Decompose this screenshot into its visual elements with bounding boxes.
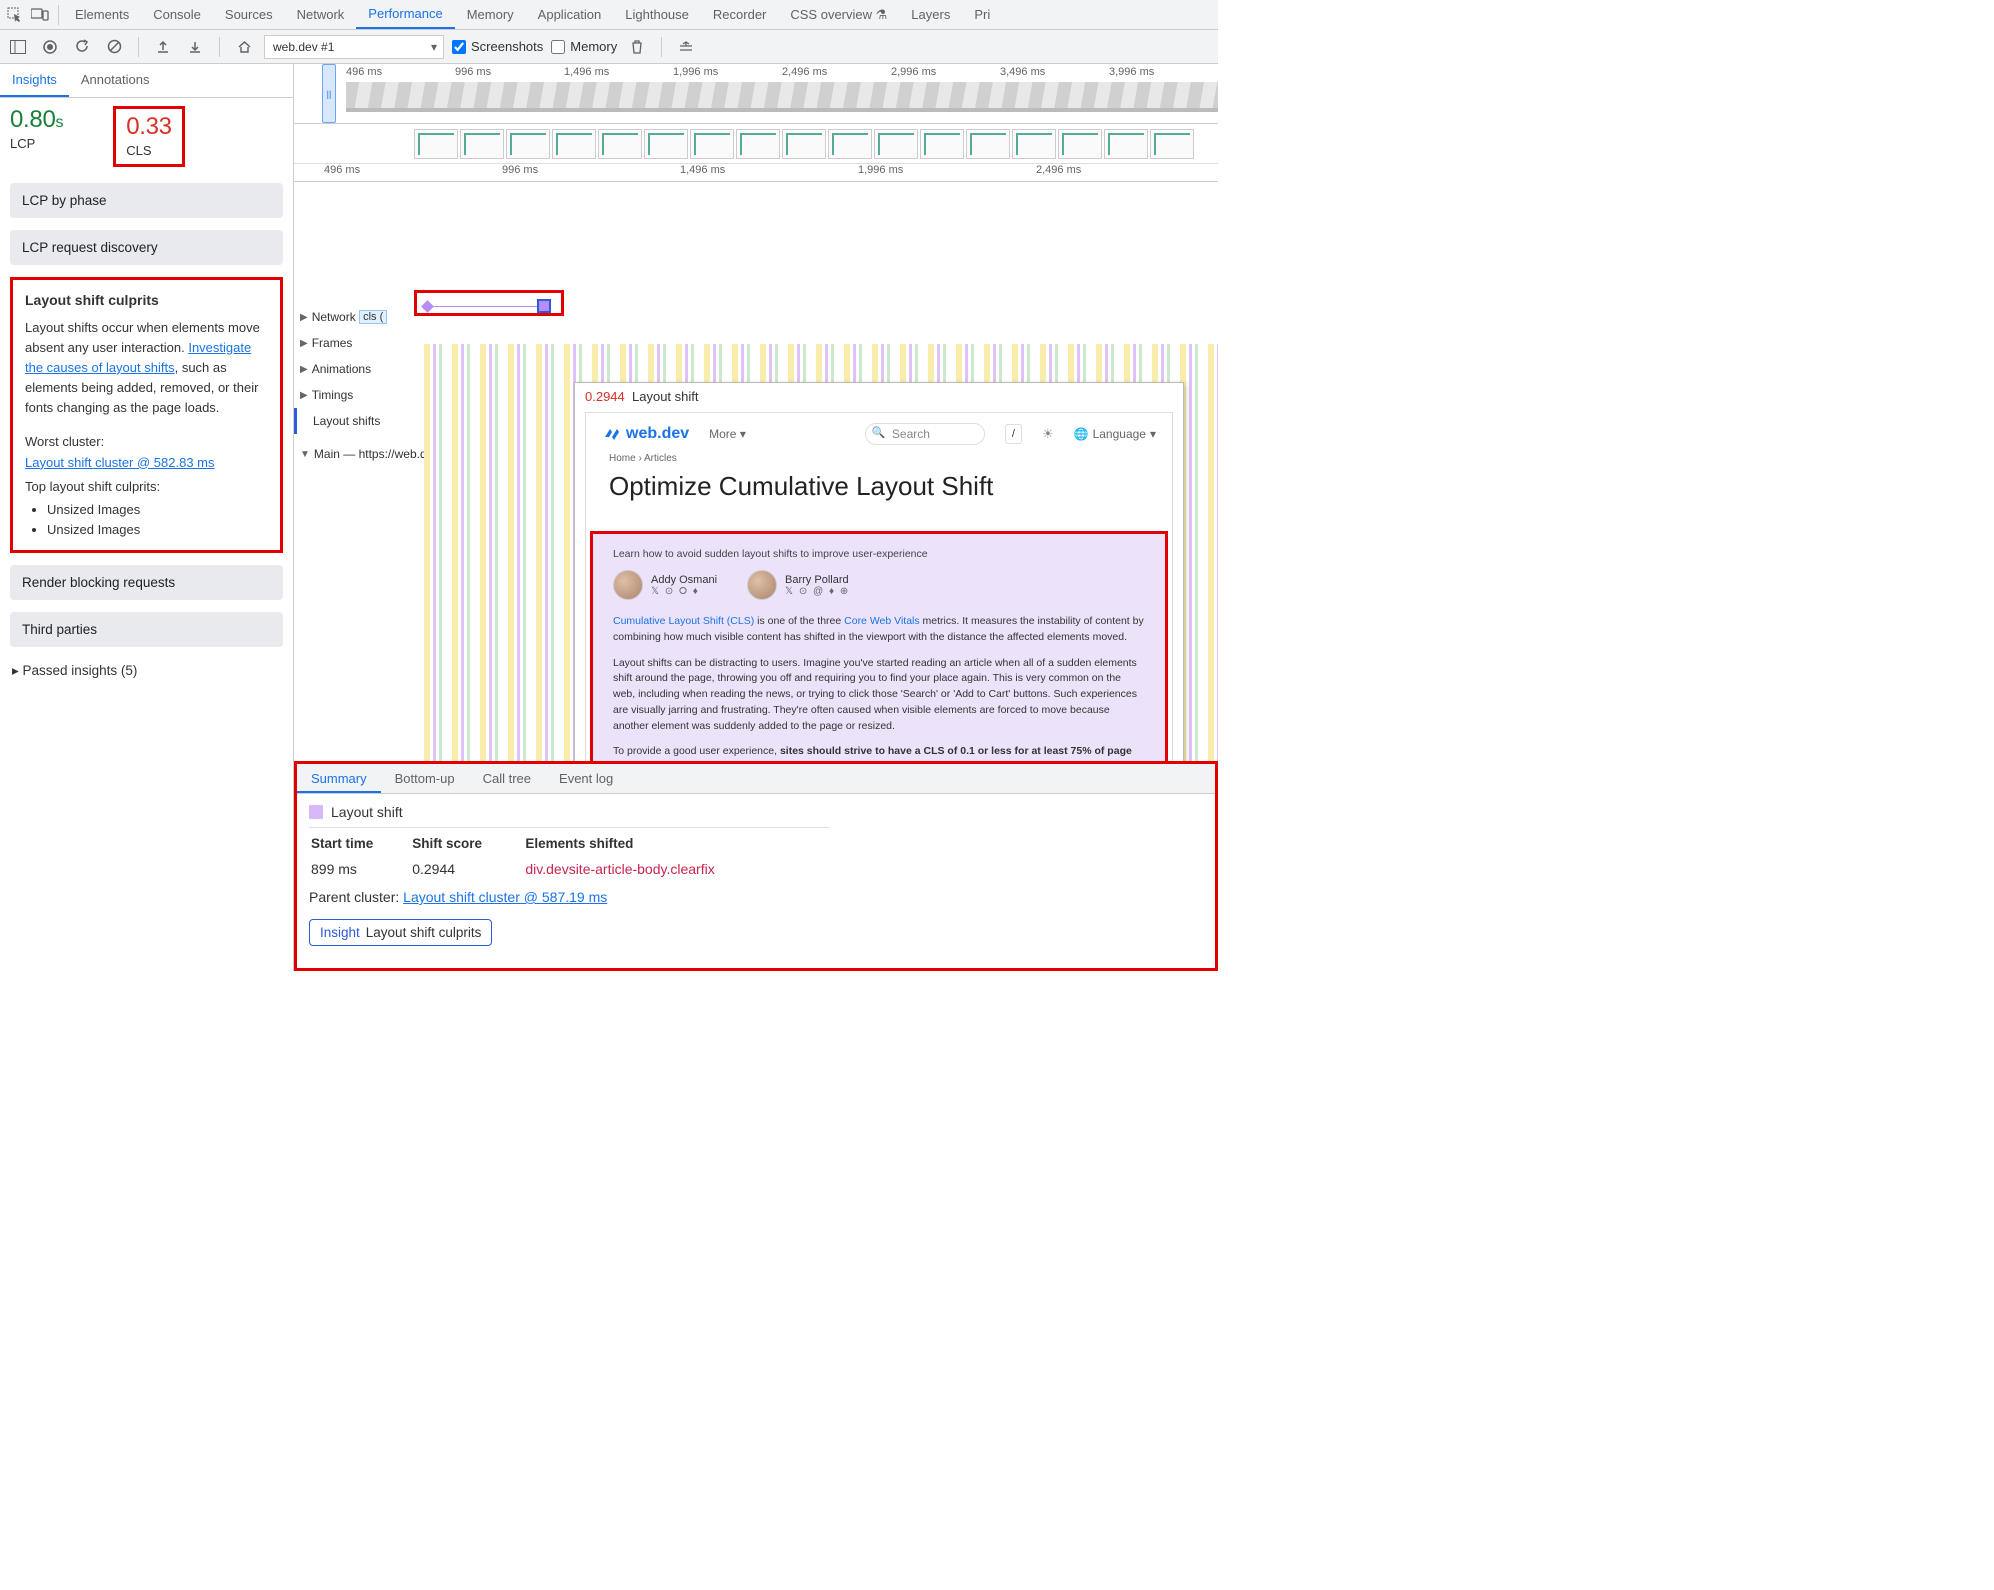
insight-chip[interactable]: InsightLayout shift culprits — [309, 919, 492, 946]
tab-lighthouse[interactable]: Lighthouse — [613, 1, 701, 28]
reload-icon[interactable] — [70, 35, 94, 59]
shifted-element-link[interactable]: div.devsite-article-body.clearfix — [525, 859, 827, 879]
insight-third-parties[interactable]: Third parties — [10, 612, 283, 647]
layout-shift-swatch-icon — [309, 805, 323, 819]
theme-icon[interactable]: ☀ — [1042, 426, 1054, 442]
sidebar-tab-annotations[interactable]: Annotations — [69, 64, 162, 97]
tab-sources[interactable]: Sources — [213, 1, 285, 28]
tab-application[interactable]: Application — [526, 1, 614, 28]
perf-toolbar: web.dev #1 Screenshots Memory — [0, 30, 1218, 64]
culprit-item: Unsized Images — [47, 520, 268, 540]
tab-elements[interactable]: Elements — [63, 1, 141, 28]
main-tabs: Elements Console Sources Network Perform… — [0, 0, 1218, 30]
insight-lcp-request-discovery[interactable]: LCP request discovery — [10, 230, 283, 265]
shortcut-key[interactable]: / — [1005, 424, 1022, 444]
worst-cluster-link[interactable]: Layout shift cluster @ 582.83 ms — [25, 455, 215, 470]
filmstrip[interactable] — [294, 124, 1218, 164]
cls-metric-highlight: 0.33 CLS — [113, 106, 185, 167]
home-icon[interactable] — [232, 35, 256, 59]
tab-recorder[interactable]: Recorder — [701, 1, 778, 28]
insights-sidebar: Insights Annotations 0.80s LCP 0.33 CLS … — [0, 64, 294, 971]
track-network[interactable]: ▶Network cls ( — [294, 304, 424, 330]
tab-css-overview[interactable]: CSS overview ⚗ — [778, 1, 899, 29]
search-box[interactable]: Search — [865, 423, 985, 445]
culprit-item: Unsized Images — [47, 500, 268, 520]
summary-table: Start timeShift scoreElements shifted 89… — [309, 827, 829, 881]
clear-icon[interactable] — [102, 35, 126, 59]
inspect-element-icon[interactable] — [4, 4, 26, 26]
track-main[interactable]: ▼Main — https://web.dev/articles/optim — [294, 434, 424, 474]
popup-score: 0.2944 — [585, 389, 625, 404]
tab-console[interactable]: Console — [141, 1, 213, 28]
timeline-ruler: 496 ms 996 ms 1,496 ms 1,996 ms 2,496 ms — [294, 164, 1218, 182]
download-icon[interactable] — [183, 35, 207, 59]
lcp-metric: 0.80s LCP — [10, 106, 63, 151]
language-select[interactable]: 🌐 Language ▾ — [1074, 427, 1156, 441]
upload-icon[interactable] — [151, 35, 175, 59]
screenshots-checkbox[interactable]: Screenshots — [452, 39, 543, 54]
shortcuts-icon[interactable] — [674, 35, 698, 59]
timeline: || 496 ms 996 ms 1,496 ms 1,996 ms 2,496… — [294, 64, 1218, 971]
details-panel: Summary Bottom-up Call tree Event log La… — [294, 761, 1218, 971]
layout-shift-highlight — [414, 290, 564, 316]
gc-icon[interactable] — [625, 35, 649, 59]
summary-title: Layout shift — [331, 804, 403, 820]
tab-layers[interactable]: Layers — [899, 1, 962, 28]
track-layout-shifts[interactable]: Layout shifts — [294, 408, 424, 434]
timeline-overview[interactable]: || 496 ms 996 ms 1,496 ms 1,996 ms 2,496… — [294, 64, 1218, 124]
tab-performance[interactable]: Performance — [356, 0, 454, 29]
track-frames[interactable]: ▶Frames — [294, 330, 424, 356]
insight-render-blocking[interactable]: Render blocking requests — [10, 565, 283, 600]
article-title: Optimize Cumulative Layout Shift — [609, 471, 993, 502]
tab-privacy[interactable]: Pri — [962, 1, 1002, 28]
more-menu[interactable]: More ▾ — [709, 427, 746, 441]
details-tab-bottomup[interactable]: Bottom-up — [381, 764, 469, 793]
breadcrumb: Home › Articles — [609, 453, 677, 464]
insight-lcp-phase[interactable]: LCP by phase — [10, 183, 283, 218]
track-animations[interactable]: ▶Animations — [294, 356, 424, 382]
insight-layout-shift-culprits[interactable]: Layout shift culprits Layout shifts occu… — [10, 277, 283, 553]
details-tab-calltree[interactable]: Call tree — [469, 764, 545, 793]
record-icon[interactable] — [38, 35, 62, 59]
parent-cluster-link[interactable]: Layout shift cluster @ 587.19 ms — [403, 889, 607, 905]
details-tab-eventlog[interactable]: Event log — [545, 764, 627, 793]
overview-activity — [346, 82, 1218, 112]
details-tab-summary[interactable]: Summary — [297, 764, 381, 793]
avatar — [613, 570, 643, 600]
overview-handle-icon[interactable]: || — [322, 64, 336, 123]
webdev-logo: web.dev — [602, 425, 689, 443]
passed-insights-toggle[interactable]: Passed insights (5) — [0, 653, 293, 689]
sidebar-tab-insights[interactable]: Insights — [0, 64, 69, 97]
memory-checkbox[interactable]: Memory — [551, 39, 617, 54]
session-select[interactable]: web.dev #1 — [264, 35, 444, 59]
device-toolbar-icon[interactable] — [29, 4, 51, 26]
toggle-sidebar-icon[interactable] — [6, 35, 30, 59]
track-timings[interactable]: ▶Timings — [294, 382, 424, 408]
avatar — [747, 570, 777, 600]
tab-memory[interactable]: Memory — [455, 1, 526, 28]
tab-network[interactable]: Network — [285, 1, 357, 28]
